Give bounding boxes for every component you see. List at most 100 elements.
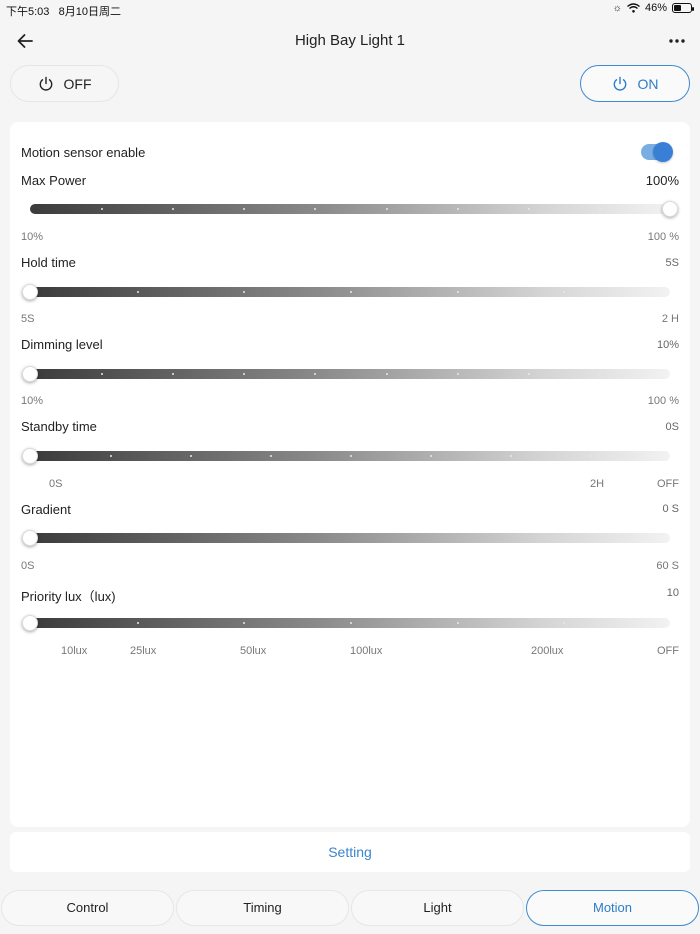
slider-step-dot [563, 291, 565, 293]
tab-control[interactable]: Control [1, 890, 174, 926]
nav-bar: High Bay Light 1 [0, 26, 700, 56]
brightness-icon: ☼ [612, 2, 622, 14]
dimming-level-slider[interactable] [22, 366, 670, 382]
power-off-button[interactable]: OFF [10, 65, 119, 102]
slider-step-dot [457, 622, 459, 624]
max-power-slider[interactable] [30, 201, 678, 217]
status-date-text: 8月10日周二 [58, 6, 121, 18]
slider-step-dot [101, 373, 103, 375]
power-icon [613, 76, 626, 91]
priority-lux-slider[interactable] [22, 615, 670, 631]
slider-step-dot [590, 455, 592, 457]
gradient-max-label: 60 S [656, 560, 679, 572]
slider-step-dot [172, 373, 174, 375]
toggle-knob[interactable] [653, 142, 673, 162]
lux-tick-off: OFF [657, 645, 679, 657]
slider-step-dot [137, 291, 139, 293]
tab-light[interactable]: Light [351, 890, 524, 926]
slider-step-dot [386, 373, 388, 375]
hold-time-slider-thumb[interactable] [22, 284, 38, 300]
standby-time-label: Standby time [21, 419, 97, 434]
status-time-text: 下午5:03 [6, 6, 50, 18]
more-horizontal-icon[interactable] [666, 30, 688, 52]
slider-step-dot [386, 208, 388, 210]
battery-fill [674, 5, 681, 11]
hold-time-value: 5S [665, 257, 679, 269]
slider-step-dot [599, 373, 601, 375]
gradient-value: 0 S [662, 503, 679, 515]
slider-step-dot [101, 208, 103, 210]
setting-button[interactable]: Setting [10, 832, 690, 872]
standby-time-slider-thumb[interactable] [22, 448, 38, 464]
max-power-label: Max Power [21, 173, 87, 188]
gradient-slider[interactable] [22, 530, 670, 546]
slider-step-dot [457, 291, 459, 293]
hold-time-label: Hold time [21, 255, 76, 270]
priority-lux-value: 10 [666, 587, 679, 599]
slider-step-dot [350, 622, 352, 624]
standby-tick-0s: 0S [49, 478, 63, 490]
power-on-label: ON [637, 75, 659, 92]
tab-motion[interactable]: Motion [526, 890, 699, 926]
slider-step-dot [430, 455, 432, 457]
slider-step-dot [110, 455, 112, 457]
slider-step-dot [137, 622, 139, 624]
hold-time-min-label: 5S [21, 313, 35, 325]
standby-time-slider[interactable] [22, 448, 670, 464]
slider-step-dot [599, 208, 601, 210]
tab-timing[interactable]: Timing [176, 890, 349, 926]
slider-step-dot [350, 291, 352, 293]
dimming-level-value: 10% [656, 339, 679, 351]
slider-step-dot [243, 622, 245, 624]
slider-step-dot [457, 208, 459, 210]
slider-step-dot [314, 208, 316, 210]
page-title: High Bay Light 1 [294, 32, 406, 49]
slider-step-dot [243, 291, 245, 293]
status-bar: 下午5:03 8月10日周二 ☼ 46% [0, 0, 700, 18]
hold-time-slider[interactable] [22, 284, 670, 300]
max-power-min-label: 10% [21, 231, 44, 243]
lux-tick-50: 50lux [240, 645, 267, 657]
lux-tick-25: 25lux [130, 645, 157, 657]
dimming-level-label: Dimming level [21, 337, 103, 352]
motion-sensor-toggle[interactable] [641, 142, 673, 162]
max-power-max-label: 100 % [647, 231, 679, 243]
slider-step-dot [314, 373, 316, 375]
wifi-icon [627, 3, 640, 13]
power-on-button[interactable]: ON [580, 65, 690, 102]
hold-time-max-label: 2 H [661, 313, 679, 325]
motion-settings-card [10, 122, 690, 827]
slider-step-dot [350, 455, 352, 457]
priority-lux-slider-thumb[interactable] [22, 615, 38, 631]
slider-step-dot [528, 208, 530, 210]
slider-step-dot [270, 455, 272, 457]
slider-step-dot [243, 208, 245, 210]
lux-tick-10: 10lux [61, 645, 88, 657]
slider-step-dot [563, 622, 565, 624]
slider-step-dot [457, 373, 459, 375]
power-icon [39, 76, 52, 91]
battery-icon [672, 3, 694, 13]
status-right: ☼ 46% [612, 2, 694, 14]
priority-lux-label: Priority lux（lux) [21, 589, 116, 604]
standby-time-value: 0S [665, 421, 679, 433]
status-time: 下午5:03 8月10日周二 [6, 3, 121, 19]
bottom-tabs: Control Timing Light Motion [0, 890, 700, 928]
dimming-level-min-label: 10% [21, 395, 44, 407]
standby-tick-off: OFF [657, 478, 679, 490]
battery-percent: 46% [644, 2, 667, 14]
dimming-level-slider-thumb[interactable] [22, 366, 38, 382]
max-power-slider-thumb[interactable] [662, 201, 678, 217]
power-off-label: OFF [63, 75, 92, 92]
gradient-slider-thumb[interactable] [22, 530, 38, 546]
slider-step-dot [172, 208, 174, 210]
battery-tip [692, 7, 694, 11]
slider-step-dot [510, 455, 512, 457]
slider-step-dot [243, 373, 245, 375]
gradient-min-label: 0S [21, 560, 35, 572]
slider-step-dot [190, 455, 192, 457]
gradient-label: Gradient [21, 502, 71, 517]
slider-step-dot [528, 373, 530, 375]
dimming-level-max-label: 100 % [647, 395, 679, 407]
standby-tick-2h: 2H [590, 478, 605, 490]
